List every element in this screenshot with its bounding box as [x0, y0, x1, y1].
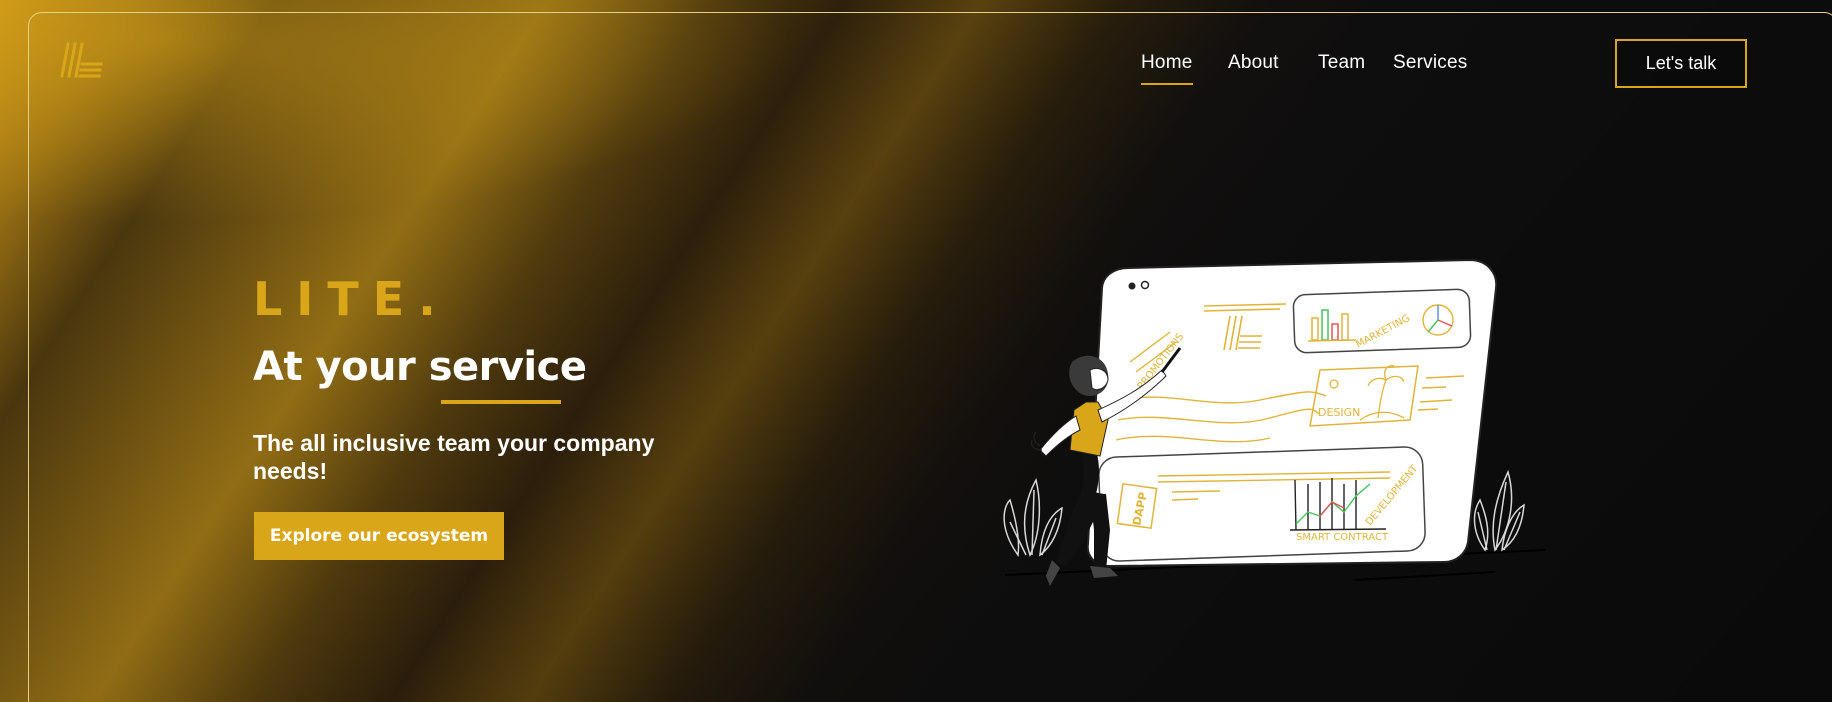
explore-ecosystem-button[interactable]: Explore our ecosystem [254, 512, 504, 560]
ground-line [1354, 571, 1496, 581]
smart-contract-label: SMART CONTRACT [1296, 532, 1389, 543]
hero-headline: At your service [253, 344, 587, 390]
brand-wordmark: LITE. [253, 272, 450, 326]
active-nav-indicator [1141, 83, 1193, 85]
team-board-illustration: PROMOTIONS MARKETING DESIGN DAPP SMART C… [1003, 258, 1546, 586]
hero-subheadline: The all inclusive team your company need… [253, 430, 655, 484]
design-label: DESIGN [1318, 406, 1360, 419]
plant-right-icon [1473, 469, 1525, 552]
headline-underline [441, 400, 561, 404]
hero-page: Home About Team Services Let's talk LITE… [0, 0, 1832, 702]
nav-services[interactable]: Services [1393, 52, 1467, 74]
stripes-logo-icon[interactable] [58, 40, 104, 84]
plant-left-icon [1003, 477, 1063, 557]
marketing-panel [1292, 288, 1472, 354]
lets-talk-button[interactable]: Let's talk [1615, 39, 1747, 88]
nav-about[interactable]: About [1228, 52, 1279, 74]
nav-team[interactable]: Team [1318, 52, 1365, 74]
nav-home[interactable]: Home [1141, 52, 1192, 74]
